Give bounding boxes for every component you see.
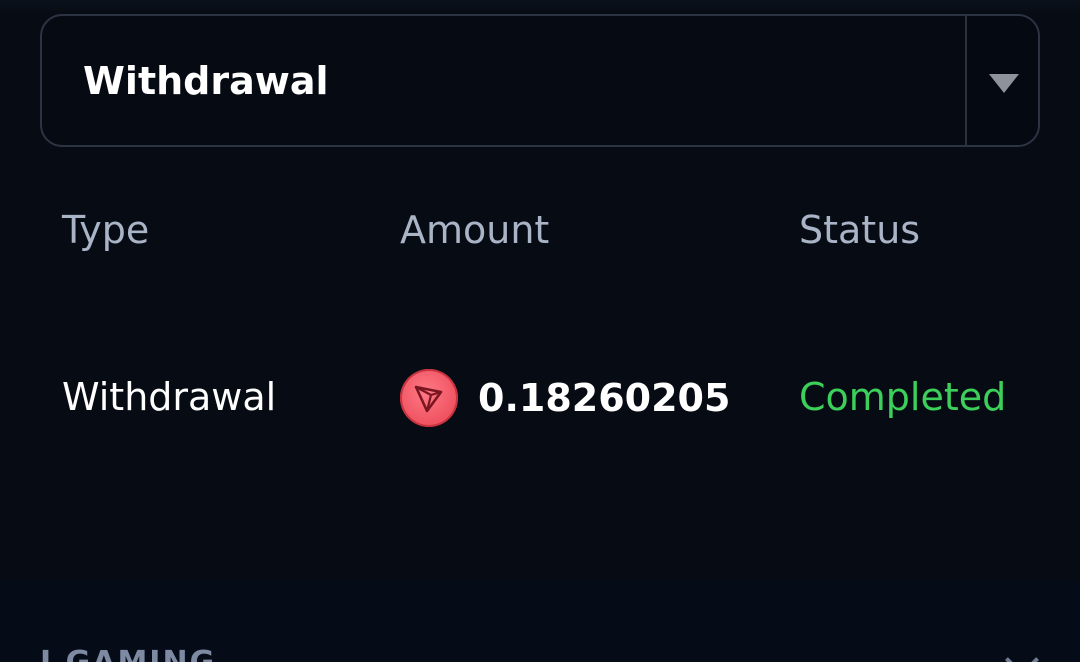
transaction-type-dropdown[interactable]: Withdrawal <box>40 14 1040 147</box>
chevron-down-icon[interactable] <box>1005 643 1039 662</box>
footer-section-title: I GAMING <box>40 646 216 662</box>
amount-value: 0.18260205 <box>478 376 731 420</box>
transactions-page: Withdrawal Type Amount Status Withdrawal… <box>0 0 1080 662</box>
dropdown-selected-value: Withdrawal <box>83 59 329 103</box>
column-header-status: Status <box>799 208 921 252</box>
dropdown-toggle[interactable] <box>967 16 1038 145</box>
column-header-type: Type <box>62 208 150 252</box>
top-fade <box>0 0 1080 14</box>
chevron-down-icon <box>989 74 1019 93</box>
status-badge: Completed <box>799 375 1007 419</box>
row-type: Withdrawal <box>62 375 277 419</box>
row-amount: 0.18260205 <box>400 369 730 427</box>
tron-coin-icon <box>400 369 458 427</box>
column-header-amount: Amount <box>400 208 550 252</box>
footer-section: I GAMING <box>0 580 1080 662</box>
